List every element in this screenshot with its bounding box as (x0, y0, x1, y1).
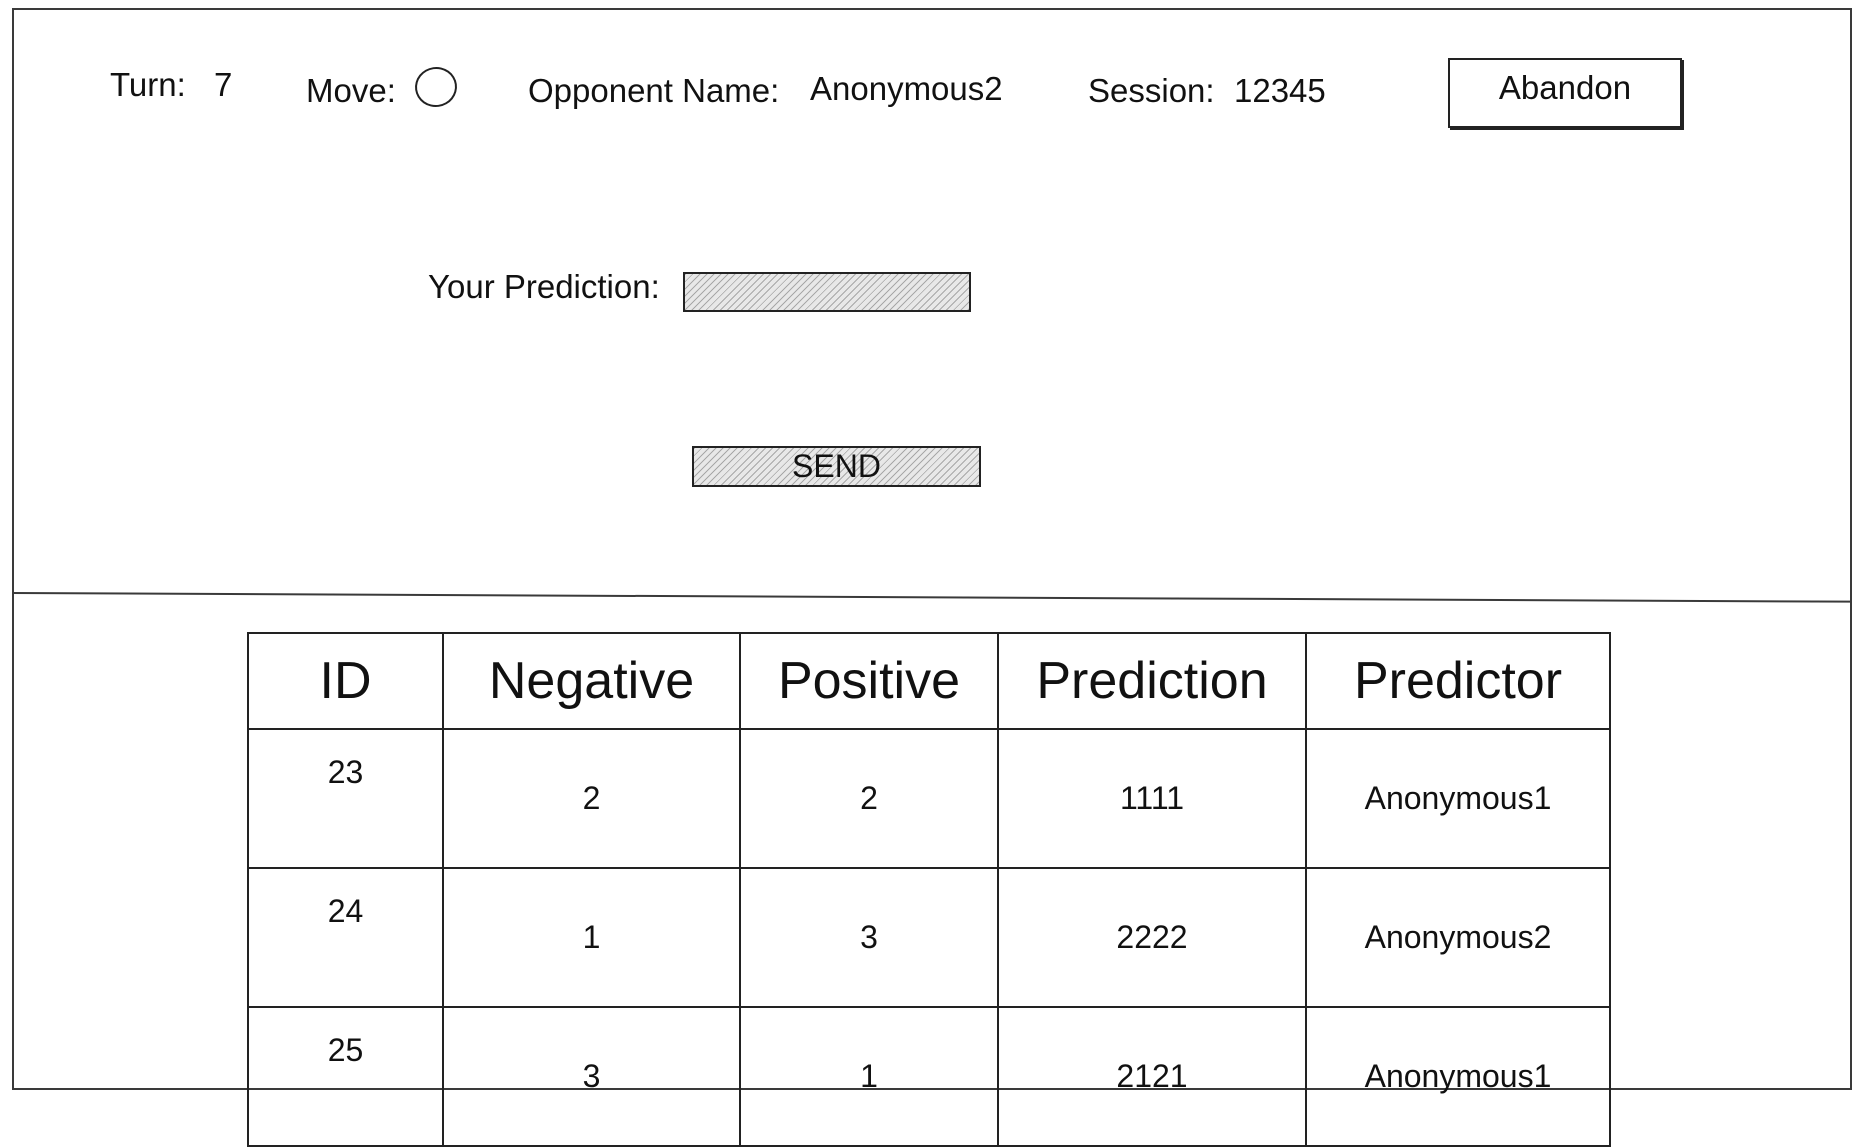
cell-prediction: 2121 (997, 1006, 1307, 1147)
prediction-input[interactable] (683, 272, 971, 312)
cell-predictor: Anonymous1 (1305, 1006, 1611, 1147)
col-header-id: ID (247, 632, 444, 730)
table-row: 23 2 2 1111 Anonymous1 (247, 728, 1611, 869)
prediction-label: Your Prediction: (428, 268, 660, 305)
col-header-positive: Positive (739, 632, 999, 730)
col-header-negative: Negative (442, 632, 741, 730)
cell-prediction: 2222 (997, 867, 1307, 1008)
move-label: Move: (306, 72, 396, 109)
col-header-prediction: Prediction (997, 632, 1307, 730)
col-header-predictor: Predictor (1305, 632, 1611, 730)
table-header-row: ID Negative Positive Prediction Predicto… (247, 632, 1611, 730)
abandon-button[interactable]: Abandon (1448, 58, 1682, 128)
cell-predictor: Anonymous1 (1305, 728, 1611, 869)
cell-negative: 2 (442, 728, 741, 869)
table-row: 25 3 1 2121 Anonymous1 (247, 1006, 1611, 1147)
cell-negative: 1 (442, 867, 741, 1008)
cell-positive: 2 (739, 728, 999, 869)
cell-id: 24 (247, 867, 444, 1008)
cell-id: 25 (247, 1006, 444, 1147)
opponent-label: Opponent Name: (528, 72, 780, 109)
session-label: Session: (1088, 72, 1215, 109)
session-id: 12345 (1234, 72, 1326, 109)
opponent-name: Anonymous2 (810, 70, 1003, 107)
cell-id: 23 (247, 728, 444, 869)
cell-positive: 1 (739, 1006, 999, 1147)
cell-negative: 3 (442, 1006, 741, 1147)
send-button[interactable]: SEND (692, 446, 981, 487)
cell-prediction: 1111 (997, 728, 1307, 869)
table-row: 24 1 3 2222 Anonymous2 (247, 867, 1611, 1008)
cell-predictor: Anonymous2 (1305, 867, 1611, 1008)
turn-label: Turn: (110, 66, 186, 103)
cell-positive: 3 (739, 867, 999, 1008)
results-table: ID Negative Positive Prediction Predicto… (247, 632, 1611, 1147)
turn-value: 7 (214, 66, 233, 103)
